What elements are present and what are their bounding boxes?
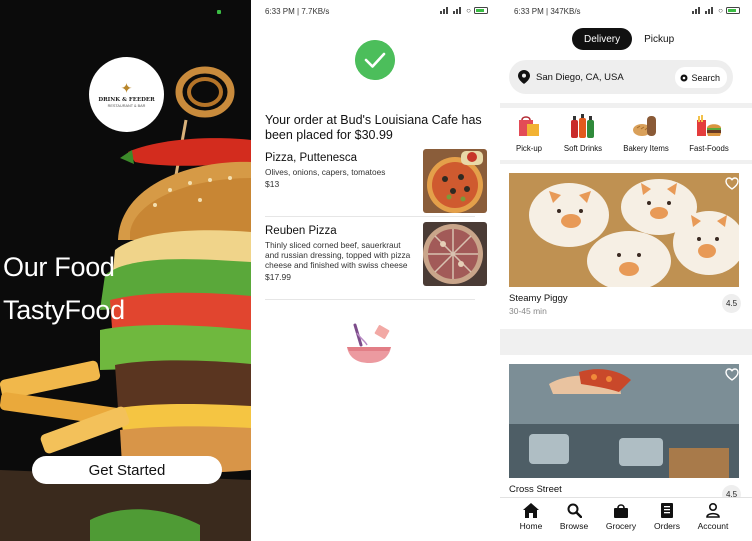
category-label: Pick-up	[516, 144, 542, 153]
bread-icon	[633, 116, 656, 136]
status-bar: 6:33 PM | 347KB/s ○	[500, 0, 752, 22]
item-description: Thinly sliced corned beef, sauerkraut an…	[265, 240, 411, 270]
logo-subtitle: RESTAURANT & BAR	[107, 104, 146, 108]
battery-icon	[726, 7, 740, 14]
get-started-button[interactable]: Get Started	[32, 456, 222, 484]
divider	[265, 299, 475, 300]
nav-label: Browse	[559, 521, 589, 531]
order-item[interactable]: Reuben Pizza Thinly sliced corned beef, …	[265, 222, 487, 286]
category-pick-up[interactable]: Pick-up	[512, 114, 546, 153]
rating-badge: 4.5	[722, 294, 741, 313]
logo-name: DRINK & FEEDER	[98, 97, 155, 103]
status-icons: ○	[440, 6, 488, 15]
search-label: Search	[691, 72, 720, 83]
location-text: San Diego, CA, USA	[536, 71, 624, 83]
nav-orders[interactable]: Orders	[645, 503, 689, 531]
divider	[265, 216, 475, 217]
tab-delivery[interactable]: Delivery	[572, 28, 633, 50]
restaurant-name: Steamy Piggy	[509, 293, 568, 304]
signal-icon	[453, 7, 463, 14]
search-button[interactable]: Search	[675, 67, 727, 88]
order-placed-message: Your order at Bud's Louisiana Cafe has b…	[265, 113, 482, 142]
category-label: Bakery Items	[623, 144, 669, 153]
street-food-image	[509, 364, 739, 478]
category-fast-foods[interactable]: Fast-Foods	[686, 114, 732, 153]
nav-label: Account	[697, 521, 729, 531]
order-item[interactable]: Pizza, Puttenesca Olives, onions, capers…	[265, 149, 487, 213]
search-icon	[567, 503, 582, 518]
mixing-bowl-icon	[347, 323, 391, 363]
shopping-bag-icon	[519, 116, 539, 136]
favorite-heart-icon[interactable]	[725, 177, 739, 190]
headline-line-1: Our Food	[3, 252, 115, 282]
order-confirmation-screen: 6:33 PM | 7.7KB/s ○ Your order at Bud's …	[251, 0, 500, 541]
restaurant-name: Cross Street	[509, 484, 562, 495]
category-label: Fast-Foods	[689, 144, 729, 153]
status-time: 6:33 PM | 347KB/s	[514, 7, 581, 16]
delivery-mode-toggle: Delivery Pickup	[572, 28, 686, 50]
search-icon	[680, 74, 688, 81]
bottom-navigation: Home Browse Grocery Orders Account	[500, 497, 752, 541]
nav-grocery[interactable]: Grocery	[599, 503, 643, 531]
nav-label: Orders	[654, 521, 680, 531]
nav-browse[interactable]: Browse	[552, 503, 596, 531]
tab-pickup[interactable]: Pickup	[632, 28, 686, 50]
nav-home[interactable]: Home	[509, 503, 553, 531]
header: 6:33 PM | 347KB/s ○ Delivery Pickup San …	[500, 0, 752, 103]
nav-account[interactable]: Account	[691, 503, 735, 531]
favorite-heart-icon[interactable]	[725, 368, 739, 381]
success-check-icon	[355, 40, 395, 80]
nav-label: Home	[519, 521, 543, 531]
restaurant-card[interactable]: Steamy Piggy 30-45 min 4.5	[500, 164, 752, 329]
item-description: Olives, onions, capers, tomatoes	[265, 167, 386, 177]
status-icons: ○	[692, 6, 740, 15]
signal-icon	[440, 7, 450, 14]
location-bar[interactable]: San Diego, CA, USA Search	[509, 60, 733, 94]
fast-food-icon	[697, 115, 721, 136]
nav-label: Grocery	[605, 521, 637, 531]
restaurant-card[interactable]: Cross Street 4.5	[500, 355, 752, 505]
pizza-image	[423, 222, 487, 286]
status-bar: 6:33 PM | 7.7KB/s ○	[251, 0, 500, 22]
signal-icon	[705, 7, 715, 14]
signal-icon	[692, 7, 702, 14]
location-pin-icon	[518, 70, 530, 84]
category-label: Soft Drinks	[563, 144, 603, 153]
category-row: Pick-up Soft Drinks Bakery Items Fast-Fo…	[500, 108, 752, 160]
category-soft-drinks[interactable]: Soft Drinks	[560, 114, 606, 153]
headline-line-2: TastyFood	[3, 295, 125, 325]
soda-bottles-icon	[571, 114, 594, 138]
wifi-icon: ○	[718, 6, 723, 15]
account-icon	[706, 503, 720, 518]
battery-icon	[474, 7, 488, 14]
home-icon	[523, 503, 539, 518]
restaurant-logo: ✦ DRINK & FEEDER RESTAURANT & BAR	[89, 57, 164, 132]
status-time: 6:33 PM | 7.7KB/s	[265, 7, 330, 16]
splash-screen: ✦ DRINK & FEEDER RESTAURANT & BAR Our Fo…	[0, 0, 251, 541]
category-bakery-items[interactable]: Bakery Items	[620, 114, 672, 153]
home-feed-screen: 6:33 PM | 347KB/s ○ Delivery Pickup San …	[500, 0, 752, 541]
fork-knife-icon: ✦	[120, 80, 133, 96]
wifi-icon: ○	[466, 6, 471, 15]
steamed-buns-image	[509, 173, 739, 287]
receipt-icon	[661, 503, 673, 518]
status-indicator	[217, 10, 221, 14]
delivery-time: 30-45 min	[509, 306, 547, 316]
pizza-image	[423, 149, 487, 213]
grocery-bag-icon	[614, 504, 628, 518]
